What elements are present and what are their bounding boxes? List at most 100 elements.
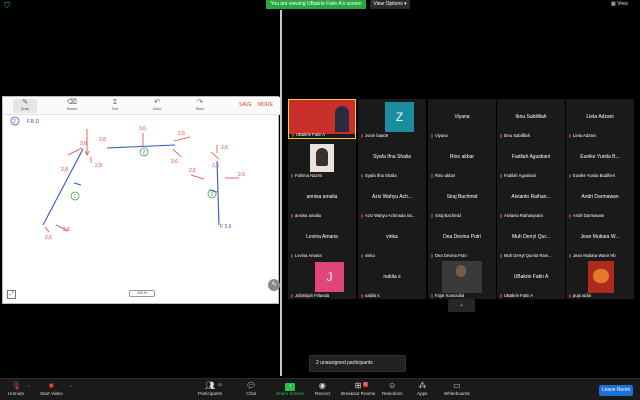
participant-tile[interactable]: Viyana ▮ Viyana [428,99,496,139]
svg-text:3,6: 3,6 [80,141,87,147]
split-divider[interactable] [280,10,282,376]
reactions-button[interactable]: ☺ Reactions [382,381,402,397]
member-ab [42,148,84,226]
mic-muted-icon: ▮ [499,293,503,298]
participant-tile[interactable]: Siraj Bachmid ▮ Siraj Bachmid [428,179,496,219]
participant-name: Levina Amaria [306,234,338,240]
apps-button[interactable]: ⁂ Apps [417,381,427,397]
member-bc [106,144,176,149]
chat-button[interactable]: 💬︎ Chat [246,381,256,397]
participant-tile[interactable]: Syafa Ifna Shalia ▮ Syafa Ifna Shalia [358,139,426,179]
participant-tile[interactable]: UBakrie Fatin A ▮ UBakrie Fatin A [497,259,565,299]
whiteboards-button[interactable]: ▭ Whiteboards [444,381,470,397]
participant-tile[interactable]: vinka ▮ vinka [358,219,426,259]
mic-muted-icon: ▮ [568,253,572,258]
cut-marks [73,182,218,193]
mic-muted-icon: ▮ [568,173,572,178]
mic-muted-icon: ▮ [430,173,434,178]
shared-whiteboard[interactable]: ✎ Draw ⌫ Eraser Ɪ Text ↶ Undo ↷ Redo SAV… [2,96,280,304]
undo-icon: ↶ [154,99,160,106]
more-button[interactable]: MORE [258,102,273,108]
participant-label: ▮ Fahima Nazmi [290,173,322,178]
participant-label: ▮ vinka [360,253,375,258]
svg-text:2,8: 2,8 [95,163,102,169]
record-button[interactable]: ◉ Record [315,381,330,397]
record-icon: ◉ [318,381,326,390]
next-page-chevron-icon[interactable]: ⌄ [448,299,475,312]
whiteboard-canvas[interactable]: 2 1 3 2 F.B.D 3,6 2,8 3,6 2,8 2,8 2,6 3,… [3,115,280,287]
participant-label: ▮ Syafa Ifna Shalia [360,173,397,178]
viewing-banner: You are viewing UBakrie Fatin A's screen [266,0,366,9]
audio-caret-icon[interactable]: ^ [28,384,30,389]
participant-tile[interactable]: ▮ UBakrie Fatin A [288,99,356,139]
participant-tile[interactable]: Jean Mutiara W... ▮ Jean Mutiara Wanir Hb [566,219,634,259]
participant-tile[interactable]: Rino akbar ▮ Rino akbar [428,139,496,179]
participant-tile[interactable]: Aziz Wahyu Ach... ▮ Aziz Wahyu Achmada Sa.… [358,179,426,219]
save-button[interactable]: SAVE [239,102,252,108]
view-options-button[interactable]: View Options ▾ [370,0,410,9]
participant-tile[interactable]: Muh Derryl Qur... ▮ Muh Derryl Qurnia Ram.… [497,219,565,259]
annotate-pen-button[interactable]: ✎ [268,279,280,291]
participant-label: ▮ Fajar Kusnaufal [430,293,465,298]
participant-label: ▮ puja aidia [568,293,591,298]
participant-label: ▮ zoom baa06 [360,133,389,138]
leave-room-button[interactable]: Leave Room [599,385,633,396]
breakout-rooms-button[interactable]: ⊞ Breakout Rooms [341,381,375,397]
shield-icon[interactable]: ⛉ [4,2,11,10]
participant-label: ▮ UBakrie Fatin A [291,132,326,137]
participant-tile[interactable]: Fadilah Agustiani ▮ Fadilah Agustiani [497,139,565,179]
participant-tile[interactable]: Dea Devina Putri ▮ Dea Devina Putri [428,219,496,259]
participant-tile[interactable]: nabila s ▮ nabila s [358,259,426,299]
participant-label: ▮ Rino akbar [430,173,456,178]
participant-name: Siraj Bachmid [446,194,478,200]
text-icon: Ɪ [113,99,117,106]
participant-tile[interactable]: J ▮ Jofamijah Firlanda [288,259,356,299]
participant-name: Lieta Adzani [586,114,614,120]
participant-tile[interactable]: Andri Darmawan ▮ Andri Darmawan [566,179,634,219]
undo-tool[interactable]: ↶ Undo [145,99,169,113]
participant-label: ▮ UBakrie Fatin A [499,293,534,298]
participant-name: Rino akbar [449,154,475,160]
mic-muted-icon: ▮ [499,253,503,258]
participant-name: Viyana [454,114,470,120]
participant-label: ▮ Levina Amaria [290,253,322,258]
participant-tile[interactable]: Ibnu Sabillilah ▮ Ibnu Sabillilah [497,99,565,139]
eraser-tool[interactable]: ⌫ Eraser [60,99,84,113]
participant-name: Ibnu Sabillilah [515,114,547,120]
zoom-control[interactable]: 100 % [129,290,155,297]
participant-tile[interactable]: Lieta Adzani ▮ Lieta Adzani [566,99,634,139]
unassigned-participants-notice[interactable]: 2 unassigned participants [309,355,406,372]
svg-text:3,6: 3,6 [171,159,178,165]
participant-tile[interactable]: Eunike Yunita B... ▮ Eunike Yunita Budiher… [566,139,634,179]
avatar: J [315,262,344,292]
participant-name: Muh Derryl Qur... [511,234,551,240]
participant-tile[interactable]: Levina Amaria ▮ Levina Amaria [288,219,356,259]
text-tool[interactable]: Ɪ Text [103,99,127,113]
participants-count: 32 [218,382,223,387]
start-video-button[interactable]: ■ Start Video [40,381,63,397]
draw-tool[interactable]: ✎ Draw [13,99,37,113]
pointer-icon[interactable]: ⤢ [7,290,16,299]
share-screen-button[interactable]: ↑ Share Screen [276,381,304,397]
svg-text:2,6: 2,6 [178,131,185,137]
presenter-avatar [335,106,349,132]
participant-tile[interactable]: annisa amalia ▮ annisa amalia [288,179,356,219]
mic-muted-icon: ▮ [290,253,294,258]
redo-tool[interactable]: ↷ Redo [188,99,212,113]
participant-tile[interactable]: ▮ puja aidia [566,259,634,299]
unmute-button[interactable]: 🎙︎ Unmute [8,381,24,397]
view-button[interactable]: ▦ View [611,1,628,8]
svg-text:F 2,6: F 2,6 [220,224,232,230]
participant-label: ▮ Aziz Wahyu Achmada Sa... [360,213,416,218]
mic-muted-icon: ▮ [568,133,572,138]
svg-text:2: 2 [13,119,16,125]
whiteboard-icon: ▭ [453,381,461,390]
participant-tile[interactable]: ▮ Fajar Kusnaufal [428,259,496,299]
avatar: Z [385,102,414,132]
participant-name: Jean Mutiara W... [580,234,620,240]
breakout-badge: 2 [363,382,368,387]
participant-tile[interactable]: ▮ Fahima Nazmi [288,139,356,179]
participant-tile[interactable]: Alvianto Raihan... ▮ Alvianto Raihanputra [497,179,565,219]
participant-tile[interactable]: Z ▮ zoom baa06 [358,99,426,139]
video-caret-icon[interactable]: ^ [70,384,72,389]
